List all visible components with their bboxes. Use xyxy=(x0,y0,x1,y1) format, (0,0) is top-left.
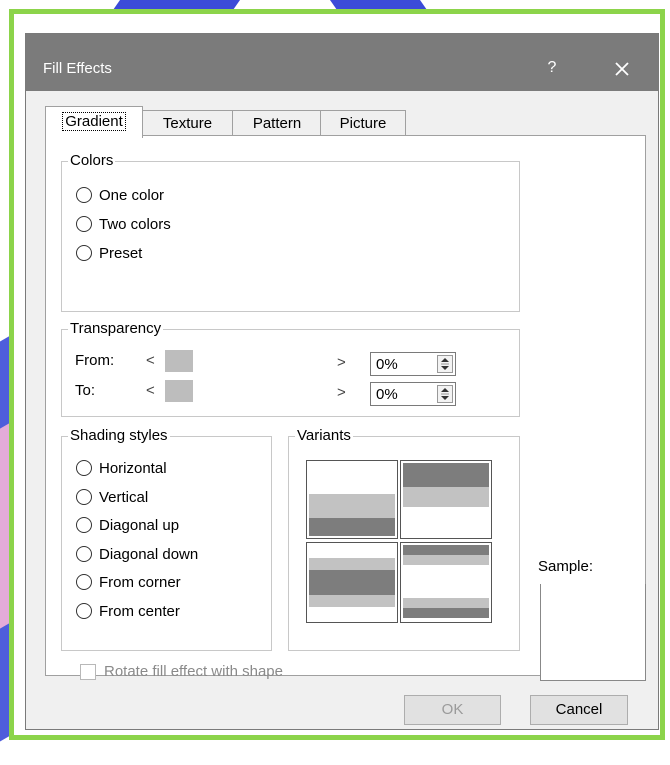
gradient-band xyxy=(403,608,489,618)
radio-label: One color xyxy=(99,186,165,204)
radio-button[interactable] xyxy=(76,546,92,562)
colors-legend: Colors xyxy=(68,152,116,170)
spin-arrows-icon xyxy=(441,358,449,370)
tab-gradient[interactable]: Gradient xyxy=(45,106,143,138)
radio-button[interactable] xyxy=(76,603,92,619)
radio-preset[interactable]: Preset xyxy=(76,242,142,264)
help-button[interactable]: ? xyxy=(537,56,567,80)
tab-label: Gradient xyxy=(62,112,126,131)
radio-button[interactable] xyxy=(76,245,92,261)
to-spinbox[interactable]: 0% xyxy=(370,382,456,406)
gradient-band xyxy=(309,595,395,607)
from-slider[interactable] xyxy=(165,350,193,372)
transparency-legend: Transparency xyxy=(68,320,164,338)
dialog-title: Fill Effects xyxy=(43,60,112,77)
variant-bottom-left[interactable] xyxy=(306,542,398,623)
cancel-button[interactable]: Cancel xyxy=(530,695,628,725)
radio-label: Two colors xyxy=(99,215,171,233)
radio-label: Preset xyxy=(99,244,143,262)
radio-button[interactable] xyxy=(76,574,92,590)
radio-label: Diagonal down xyxy=(99,545,199,563)
gradient-band xyxy=(403,463,489,487)
shading-legend: Shading styles xyxy=(68,427,170,445)
variant-bottom-right[interactable] xyxy=(400,542,492,623)
radio-button[interactable] xyxy=(76,187,92,203)
gradient-band xyxy=(309,494,395,518)
sample-preview xyxy=(540,584,646,681)
shading-styles-group: Shading styles Horizontal Vertical Diago… xyxy=(61,427,272,651)
radio-button[interactable] xyxy=(76,489,92,505)
to-slider[interactable] xyxy=(165,380,193,402)
from-value: 0% xyxy=(376,356,398,373)
rotate-checkbox[interactable] xyxy=(80,663,96,680)
gradient-band xyxy=(403,487,489,507)
spin-buttons[interactable] xyxy=(437,355,453,373)
radio-button[interactable] xyxy=(76,216,92,232)
radio-two-colors[interactable]: Two colors xyxy=(76,213,171,235)
radio-button[interactable] xyxy=(76,517,92,533)
spin-arrows-icon xyxy=(441,388,449,400)
tab-pattern[interactable]: Pattern xyxy=(232,110,322,136)
radio-from-center[interactable]: From center xyxy=(76,600,180,622)
tab-picture[interactable]: Picture xyxy=(320,110,406,136)
radio-vertical[interactable]: Vertical xyxy=(76,486,148,508)
highlight-frame: Fill Effects ? Gradient Texture Pattern … xyxy=(9,9,665,740)
radio-label: Horizontal xyxy=(99,459,167,477)
radio-label: Diagonal up xyxy=(99,516,180,534)
close-icon xyxy=(615,62,629,76)
variants-legend: Variants xyxy=(295,427,353,445)
gradient-band xyxy=(309,558,395,570)
variant-top-left[interactable] xyxy=(306,460,398,539)
radio-diagonal-up[interactable]: Diagonal up xyxy=(76,514,179,536)
gradient-band xyxy=(403,555,489,565)
spin-buttons[interactable] xyxy=(437,385,453,403)
to-label: To: xyxy=(75,382,96,399)
sample-label: Sample: xyxy=(538,558,594,575)
gradient-panel: Colors One color Two colors Preset Trans… xyxy=(45,135,646,681)
radio-from-corner[interactable]: From corner xyxy=(76,571,181,593)
from-label: From: xyxy=(75,352,115,369)
from-spinbox[interactable]: 0% xyxy=(370,352,456,376)
fill-effects-dialog: Fill Effects ? Gradient Texture Pattern … xyxy=(25,33,659,730)
close-button[interactable] xyxy=(607,55,637,83)
radio-label: From corner xyxy=(99,573,181,591)
rotate-label: Rotate fill effect with shape xyxy=(104,663,283,680)
variants-group: Variants xyxy=(288,427,520,651)
gradient-band xyxy=(309,518,395,536)
from-right-arrow[interactable]: > xyxy=(337,354,346,371)
gradient-band xyxy=(403,598,489,608)
to-right-arrow[interactable]: > xyxy=(337,384,346,401)
radio-diagonal-down[interactable]: Diagonal down xyxy=(76,543,198,565)
rotate-with-shape-option[interactable]: Rotate fill effect with shape xyxy=(80,663,283,680)
title-bar: Fill Effects ? xyxy=(26,34,658,91)
tab-texture[interactable]: Texture xyxy=(141,110,234,136)
colors-group: Colors One color Two colors Preset xyxy=(61,152,520,312)
from-left-arrow[interactable]: < xyxy=(146,352,155,369)
radio-one-color[interactable]: One color xyxy=(76,184,164,206)
to-value: 0% xyxy=(376,386,398,403)
gradient-band xyxy=(403,545,489,555)
radio-label: From center xyxy=(99,602,180,620)
radio-horizontal[interactable]: Horizontal xyxy=(76,457,167,479)
radio-button[interactable] xyxy=(76,460,92,476)
gradient-band xyxy=(309,570,395,595)
variant-top-right[interactable] xyxy=(400,460,492,539)
ok-button[interactable]: OK xyxy=(404,695,501,725)
transparency-group: Transparency From: < > 0% To: < > 0% xyxy=(61,320,520,417)
radio-label: Vertical xyxy=(99,488,149,506)
to-left-arrow[interactable]: < xyxy=(146,382,155,399)
